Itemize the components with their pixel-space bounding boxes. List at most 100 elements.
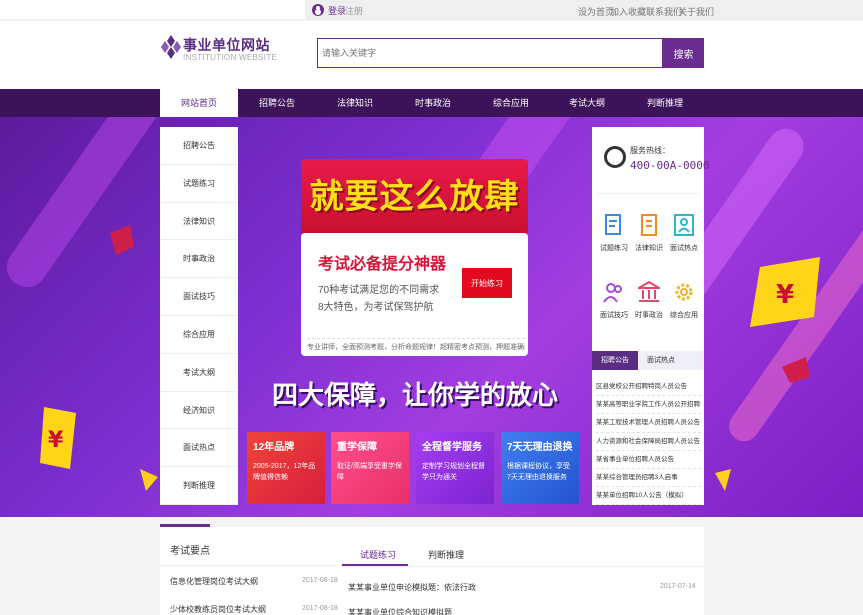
quick-link-law[interactable]: 法律知识 (631, 213, 667, 253)
divider: | (672, 4, 675, 14)
quick-link-interview-hot[interactable]: 面试热点 (666, 213, 702, 253)
tab-practice[interactable]: 试题练习 (360, 548, 396, 561)
search-button[interactable]: 搜索 (663, 38, 704, 68)
nav-item-syllabus[interactable]: 考试大纲 (548, 89, 626, 117)
feature-title: 7天无理由退换 (507, 442, 573, 453)
quick-link-practice[interactable]: 试题练习 (596, 213, 632, 253)
divider (342, 566, 704, 567)
people-icon (603, 283, 622, 303)
yen-note-icon: ¥ (750, 257, 820, 327)
tab-interview-hot[interactable]: 面试热点 (638, 351, 684, 370)
side-item-interview-tips[interactable]: 面试技巧 (160, 278, 238, 316)
red-shape-icon (110, 225, 134, 255)
list-item[interactable]: 区县党校公开招聘特岗人员公告 (596, 378, 701, 397)
nav-item-reasoning[interactable]: 判断推理 (626, 89, 704, 117)
nav-item-home[interactable]: 网站首页 (160, 89, 238, 117)
top-bar: 登录 | 注册 设为首页 加入收藏 | 联系我们 | 关于我们 (0, 0, 863, 20)
feature-card[interactable]: 重学保障 取证/高端享受重学保障 (331, 432, 409, 504)
quick-link-application[interactable]: 综合应用 (666, 280, 702, 320)
login-link[interactable]: 登录 (328, 4, 346, 17)
category-menu: 招聘公告 试题练习 法律知识 时事政治 面试技巧 综合应用 考试大纲 经济知识 … (160, 127, 238, 505)
section-title: 考试要点 (170, 546, 210, 557)
list-item[interactable]: 某某工程技术管理人员招聘人员公告 (596, 414, 701, 433)
side-item-politics[interactable]: 时事政治 (160, 240, 238, 279)
about-us-link[interactable]: 关于我们 (678, 5, 714, 18)
quick-link-interview-tips[interactable]: 面试技巧 (596, 280, 632, 320)
nav-item-law[interactable]: 法律知识 (316, 89, 394, 117)
list-item[interactable]: 人力资源和社会保障局招聘人员公告 (596, 433, 701, 451)
law-book-icon (641, 214, 657, 236)
user-icon[interactable] (312, 4, 324, 16)
divider: | (340, 4, 343, 14)
gold-shape-icon (715, 469, 731, 491)
side-item-economics[interactable]: 经济知识 (160, 392, 238, 430)
side-item-interview-hot[interactable]: 面试热点 (160, 429, 238, 468)
list-date: 2017-08-18 (302, 605, 338, 612)
contact-us-link[interactable]: 联系我们 (646, 5, 682, 18)
side-item-law[interactable]: 法律知识 (160, 203, 238, 241)
divider (160, 565, 336, 566)
feature-title: 12年品牌 (253, 442, 295, 453)
quick-link-politics[interactable]: 时事政治 (631, 280, 667, 320)
notice-list: 区县党校公开招聘特岗人员公告 某某高等职业学院工作人员公开招聘公告 某某工程技术… (596, 378, 701, 506)
side-item-application[interactable]: 综合应用 (160, 316, 238, 354)
list-date: 2017-07-14 (660, 583, 696, 590)
tab-recruitment[interactable]: 招聘公告 (592, 351, 638, 370)
list-item[interactable]: 某某事业单位申论模拟题：依法行政 (348, 582, 476, 593)
notice-tabs: 招聘公告 面试热点 (592, 351, 704, 370)
red-shape-icon (782, 357, 810, 383)
list-item[interactable]: 某省事业单位招聘人员公告 (596, 451, 701, 469)
set-homepage-link[interactable]: 设为首页 (578, 5, 614, 18)
side-item-recruitment[interactable]: 招聘公告 (160, 127, 238, 165)
promo-line: 8大特色，为考试保驾护航 (318, 302, 434, 313)
person-card-icon (674, 214, 694, 236)
list-item[interactable]: 信息化管理岗位考试大纲 (170, 576, 258, 587)
gear-icon (675, 283, 693, 301)
section-accent (160, 524, 210, 527)
hotline-number: 400-00A-0000 (630, 159, 710, 172)
list-item[interactable]: 某某事业单位综合知识模拟题 (348, 607, 452, 615)
feature-desc: 2005-2017，12年品牌值得信赖 (253, 463, 316, 481)
list-item[interactable]: 某某综合管理员招聘3人启事 (596, 469, 701, 488)
list-item[interactable]: 少体校教练员岗位考试大纲 (170, 604, 266, 615)
gold-shape-icon (140, 469, 158, 491)
nav-item-recruitment[interactable]: 招聘公告 (238, 89, 316, 117)
divider (597, 193, 699, 194)
yen-note-icon: ¥ (40, 407, 76, 469)
search-input[interactable] (317, 38, 663, 68)
divider: | (640, 4, 643, 14)
bottom-section (160, 527, 704, 615)
start-practice-button[interactable]: 开始练习 (462, 268, 512, 298)
list-date: 2017-08-18 (302, 577, 338, 584)
feature-card[interactable]: 7天无理由退换 根据课程协议，享受7天无理由退换服务 (501, 432, 579, 504)
feature-card[interactable]: 12年品牌 2005-2017，12年品牌值得信赖 (247, 432, 325, 504)
header: 事业单位网站 INSTITUTION WEBSITE 搜索 (0, 21, 863, 89)
list-item[interactable]: 某某单位招聘10人公告（模拟） (596, 487, 701, 506)
logo-subtitle: INSTITUTION WEBSITE (183, 53, 278, 62)
feature-desc: 定制学习规划全程督学只为通关 (422, 463, 485, 481)
list-item[interactable]: 某某高等职业学院工作人员公开招聘公告 (596, 396, 701, 415)
main-nav: 网站首页 招聘公告 法律知识 时事政治 综合应用 考试大纲 判断推理 (0, 89, 863, 117)
promo-footer: 专业讲师，全面预测考题，分析命题规律！超精密考点预测，押题准确率高。 (307, 338, 525, 352)
nav-item-politics[interactable]: 时事政治 (394, 89, 472, 117)
guarantee-heading: 四大保障，让你学的放心 (271, 380, 558, 410)
slogan-banner: 就要这么放肆 (301, 159, 528, 235)
tab-reasoning[interactable]: 判断推理 (428, 548, 464, 561)
hotline-label: 服务热线： (630, 146, 670, 155)
side-item-reasoning[interactable]: 判断推理 (160, 467, 238, 505)
document-edit-icon (605, 214, 621, 235)
register-link[interactable]: 注册 (345, 4, 363, 17)
headset-icon (604, 146, 626, 168)
logo-text[interactable]: 事业单位网站 (183, 35, 270, 55)
side-item-syllabus[interactable]: 考试大纲 (160, 354, 238, 392)
side-item-practice[interactable]: 试题练习 (160, 165, 238, 203)
feature-desc: 取证/高端享受重学保障 (337, 463, 402, 481)
building-icon (638, 280, 660, 302)
feature-card[interactable]: 全程督学服务 定制学习规划全程督学只为通关 (416, 432, 494, 504)
logo-icon[interactable] (161, 35, 181, 59)
tab-indicator (342, 564, 408, 566)
promo-line: 70种考试满足您的不同需求 (318, 285, 440, 296)
slogan-text: 就要这么放肆 (309, 178, 520, 216)
svg-text:¥: ¥ (48, 428, 64, 453)
nav-item-application[interactable]: 综合应用 (472, 89, 550, 117)
